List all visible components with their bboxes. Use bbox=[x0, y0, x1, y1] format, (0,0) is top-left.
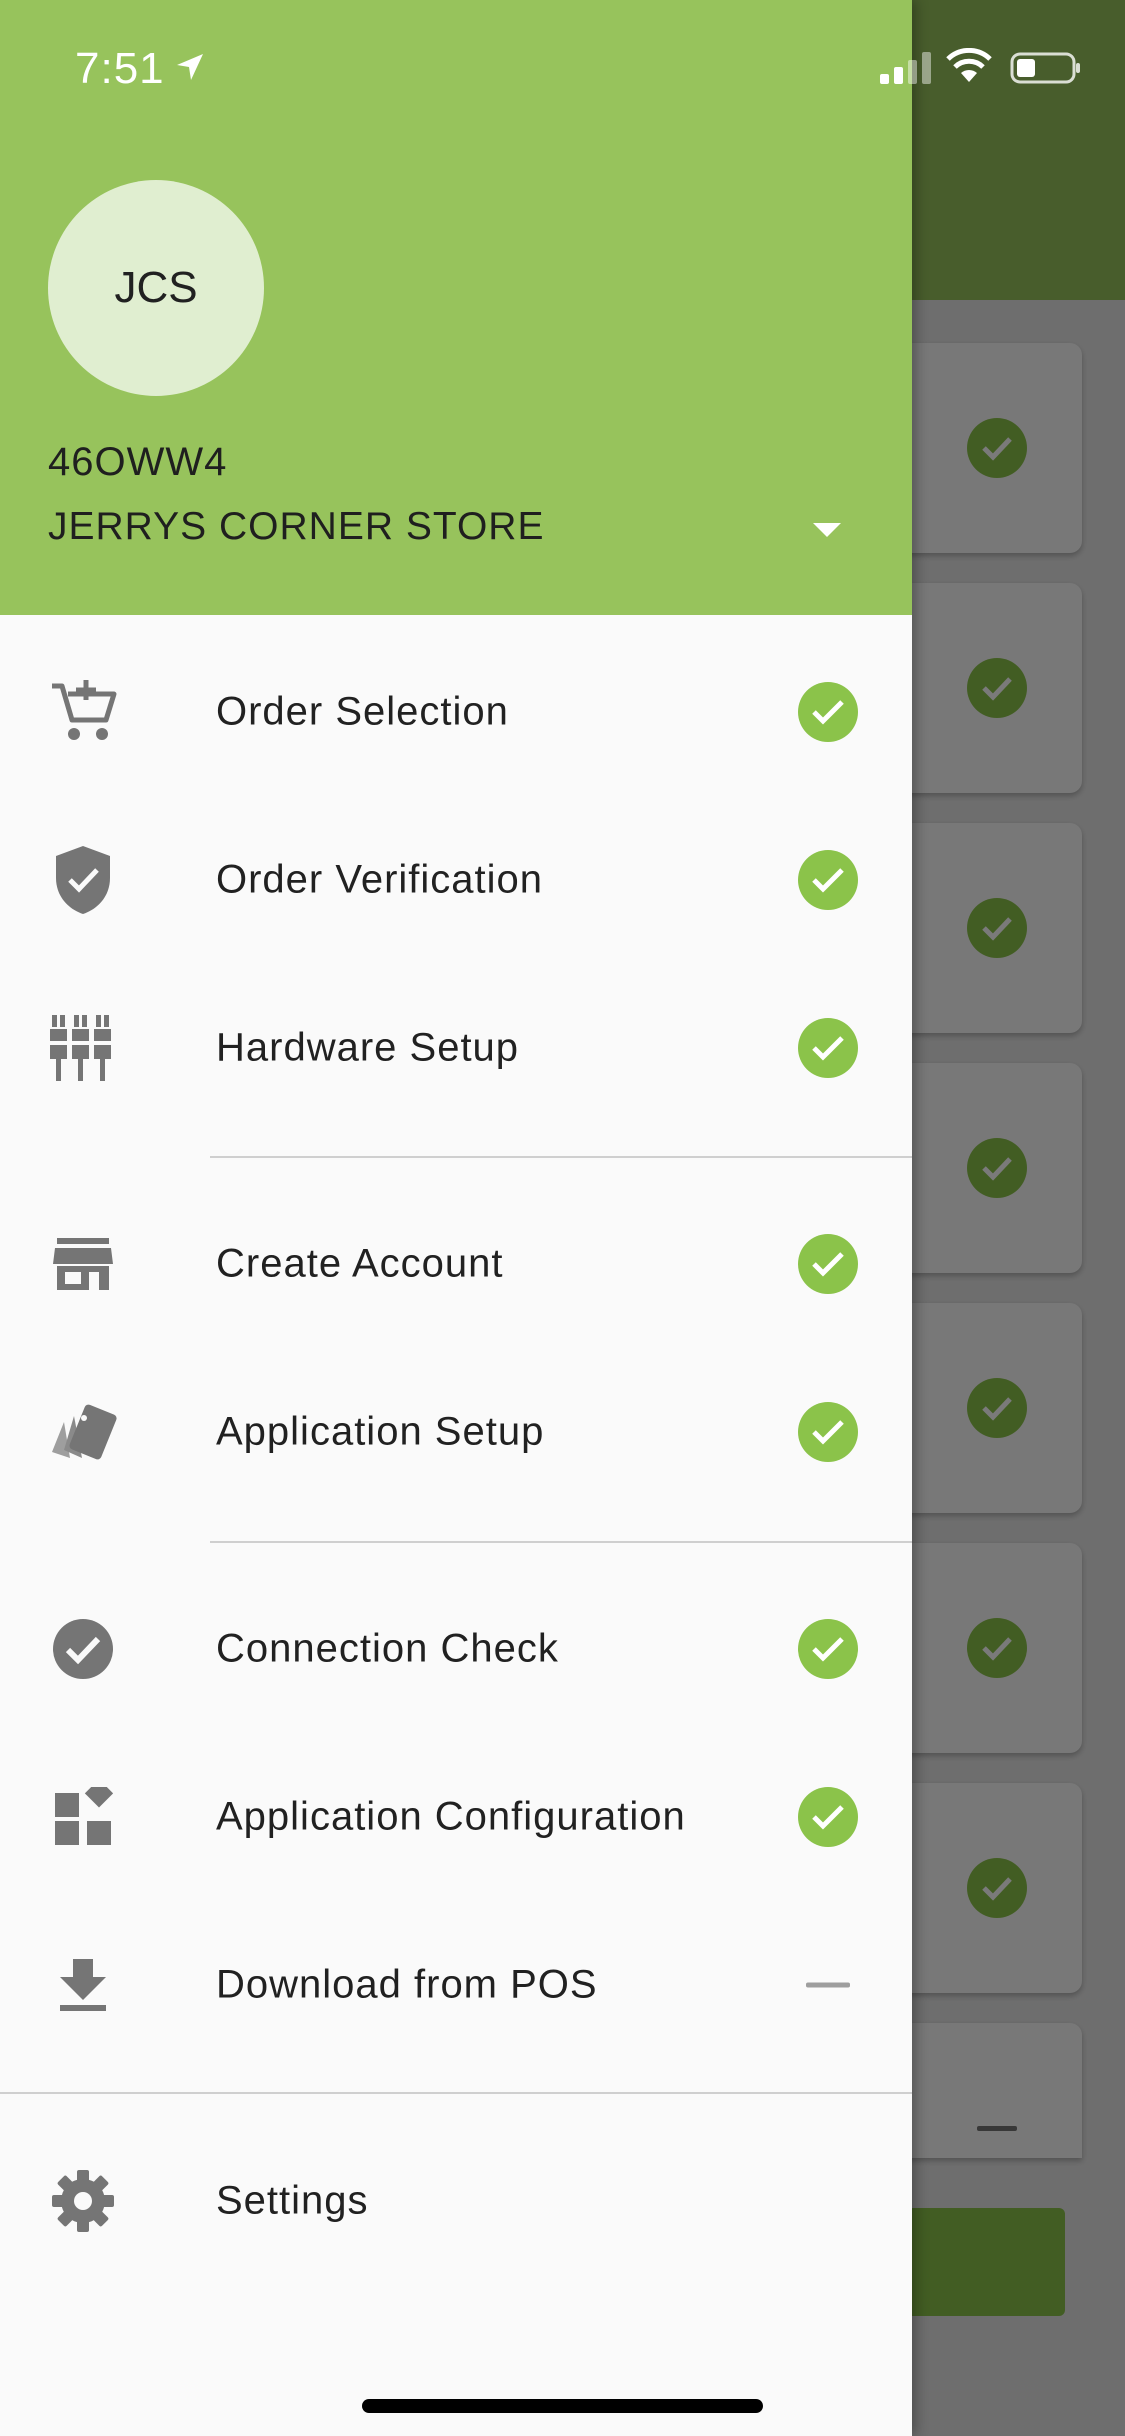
store-code: 46OWW4 bbox=[48, 440, 228, 484]
menu-item-create-account[interactable]: Create Account bbox=[0, 1180, 912, 1348]
widgets-icon bbox=[46, 1780, 120, 1854]
check-circle-icon bbox=[798, 850, 858, 910]
menu-item-order-verification[interactable]: Order Verification bbox=[0, 796, 912, 964]
status-bar-time: 7:51 bbox=[75, 44, 165, 93]
menu-item-hardware-setup[interactable]: Hardware Setup bbox=[0, 964, 912, 1132]
check-circle-icon bbox=[798, 1018, 858, 1078]
check-circle-icon bbox=[798, 682, 858, 742]
menu-item-application-configuration[interactable]: Application Configuration bbox=[0, 1733, 912, 1901]
shield-check-icon bbox=[46, 843, 120, 917]
check-circle-icon bbox=[798, 1619, 858, 1679]
menu-item-label: Order Verification bbox=[216, 857, 544, 902]
menu-item-label: Download from POS bbox=[216, 1962, 598, 2007]
menu-item-settings[interactable]: Settings bbox=[0, 2117, 912, 2285]
download-icon bbox=[46, 1948, 120, 2022]
dropdown-arrow-icon[interactable] bbox=[810, 518, 844, 542]
pending-dash-icon bbox=[806, 1982, 850, 1988]
menu-divider bbox=[210, 1541, 912, 1543]
home-indicator[interactable] bbox=[362, 2399, 763, 2413]
menu-item-label: Create Account bbox=[216, 1241, 504, 1286]
store-icon bbox=[46, 1227, 120, 1301]
store-name[interactable]: JERRYS CORNER STORE bbox=[48, 505, 544, 549]
cellular-signal-icon bbox=[880, 52, 931, 84]
menu-item-label: Order Selection bbox=[216, 689, 509, 734]
cards-icon bbox=[46, 1395, 120, 1469]
menu-item-label: Hardware Setup bbox=[216, 1025, 520, 1070]
check-circle-icon bbox=[798, 1234, 858, 1294]
menu-item-application-setup[interactable]: Application Setup bbox=[0, 1348, 912, 1516]
menu-item-label: Application Configuration bbox=[216, 1794, 686, 1839]
avatar: JCS bbox=[48, 180, 264, 396]
menu-item-label: Application Setup bbox=[216, 1409, 545, 1454]
navigation-drawer: JCS 46OWW4 JERRYS CORNER STORE Order Sel… bbox=[0, 0, 912, 2436]
connectors-icon bbox=[46, 1011, 120, 1085]
cart-plus-icon bbox=[46, 675, 120, 749]
check-circle-icon bbox=[798, 1787, 858, 1847]
location-arrow-icon bbox=[177, 54, 203, 80]
menu-divider bbox=[210, 1156, 912, 1158]
wifi-icon bbox=[946, 48, 992, 82]
menu-item-order-selection[interactable]: Order Selection bbox=[0, 628, 912, 796]
check-circle-icon bbox=[46, 1612, 120, 1686]
menu-item-label: Settings bbox=[216, 2178, 369, 2223]
menu-item-download-from-pos[interactable]: Download from POS bbox=[0, 1901, 912, 2069]
menu-item-label: Connection Check bbox=[216, 1626, 559, 1671]
gear-icon bbox=[46, 2164, 120, 2238]
battery-icon bbox=[1010, 52, 1080, 84]
menu-item-connection-check[interactable]: Connection Check bbox=[0, 1565, 912, 1733]
avatar-initials: JCS bbox=[114, 263, 198, 312]
menu-divider bbox=[0, 2092, 912, 2094]
check-circle-icon bbox=[798, 1402, 858, 1462]
